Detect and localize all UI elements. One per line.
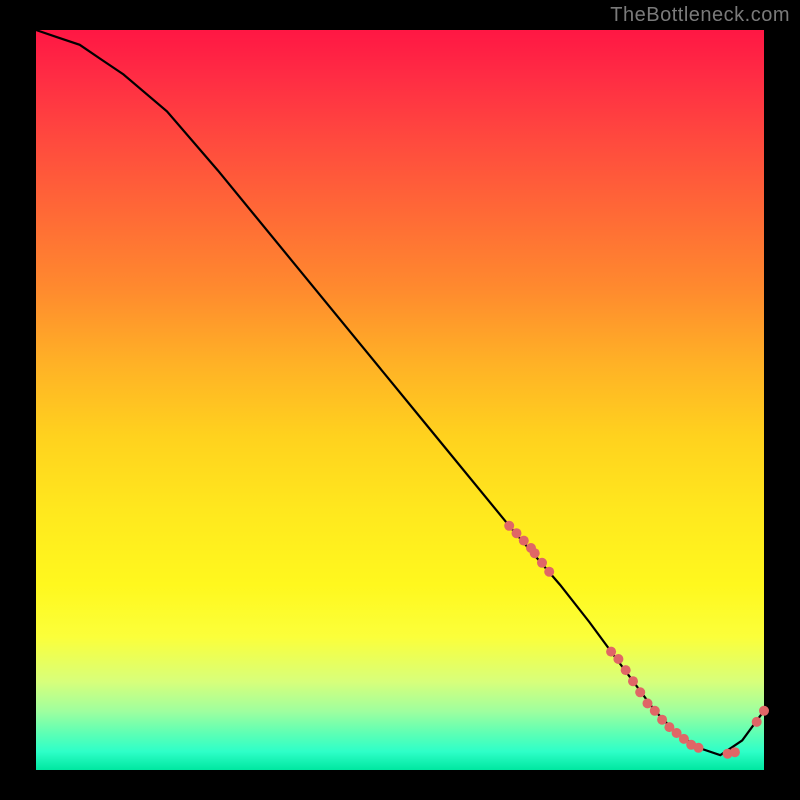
gpu-marker	[650, 706, 660, 716]
gpu-marker	[694, 743, 704, 753]
gpu-marker	[730, 747, 740, 757]
gpu-marker	[606, 647, 616, 657]
attribution-text: TheBottleneck.com	[610, 4, 790, 27]
gpu-marker	[519, 536, 529, 546]
gpu-marker	[504, 521, 514, 531]
gpu-marker	[621, 665, 631, 675]
gpu-marker	[613, 654, 623, 664]
gpu-marker	[512, 528, 522, 538]
gpu-marker	[643, 698, 653, 708]
gpu-marker	[657, 715, 667, 725]
gpu-marker	[530, 548, 540, 558]
gpu-marker	[759, 706, 769, 716]
plot-background	[36, 30, 764, 770]
gpu-marker	[635, 687, 645, 697]
gpu-marker	[752, 717, 762, 727]
gpu-marker	[628, 676, 638, 686]
bottleneck-chart	[0, 0, 800, 800]
gpu-marker	[537, 558, 547, 568]
gpu-marker	[544, 567, 554, 577]
